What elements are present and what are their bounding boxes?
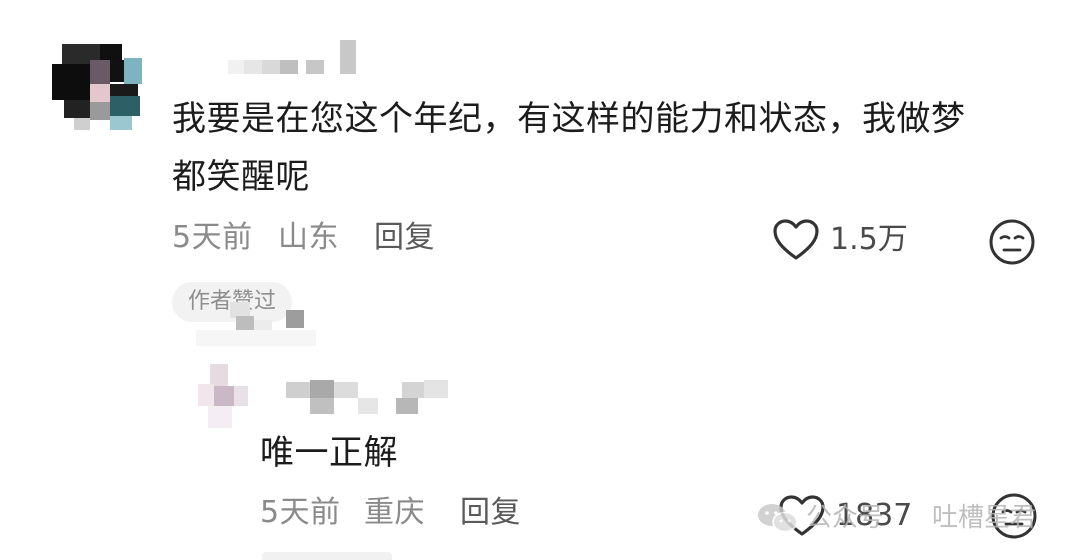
reply-time: 5天前 <box>260 495 341 530</box>
unamused-face-icon[interactable] <box>988 218 1036 266</box>
comment-text-line1: 我要是在您这个年纪，有这样的能力和状态，我做梦 <box>172 99 966 139</box>
watermark-text-right: 吐槽星君 <box>932 503 1037 533</box>
comment-like-button[interactable]: 1.5万 <box>772 216 932 264</box>
reply-reply-button[interactable]: 回复 <box>460 498 521 528</box>
wechat-icon <box>756 502 800 534</box>
avatar[interactable] <box>44 40 150 132</box>
comment-location: 山东 <box>278 220 339 255</box>
username[interactable] <box>228 40 368 76</box>
reply-avatar[interactable] <box>196 364 262 430</box>
comment-time: 5天前 <box>172 220 253 255</box>
comment-reply-button[interactable]: 回复 <box>374 223 435 253</box>
reply-username[interactable] <box>286 378 456 416</box>
watermark: 公众号 吐槽星君 <box>756 500 1056 536</box>
watermark-text-left: 公众号 <box>806 503 885 533</box>
reply-location: 重庆 <box>364 495 425 530</box>
comment-text-line2: 都笑醒呢 <box>172 157 310 197</box>
next-item-hint <box>262 552 392 560</box>
comment-like-count: 1.5万 <box>830 222 908 257</box>
heart-outline-icon <box>772 218 820 262</box>
reply-text: 唯一正解 <box>260 433 398 473</box>
author-liked-tag-mosaic <box>196 302 326 346</box>
